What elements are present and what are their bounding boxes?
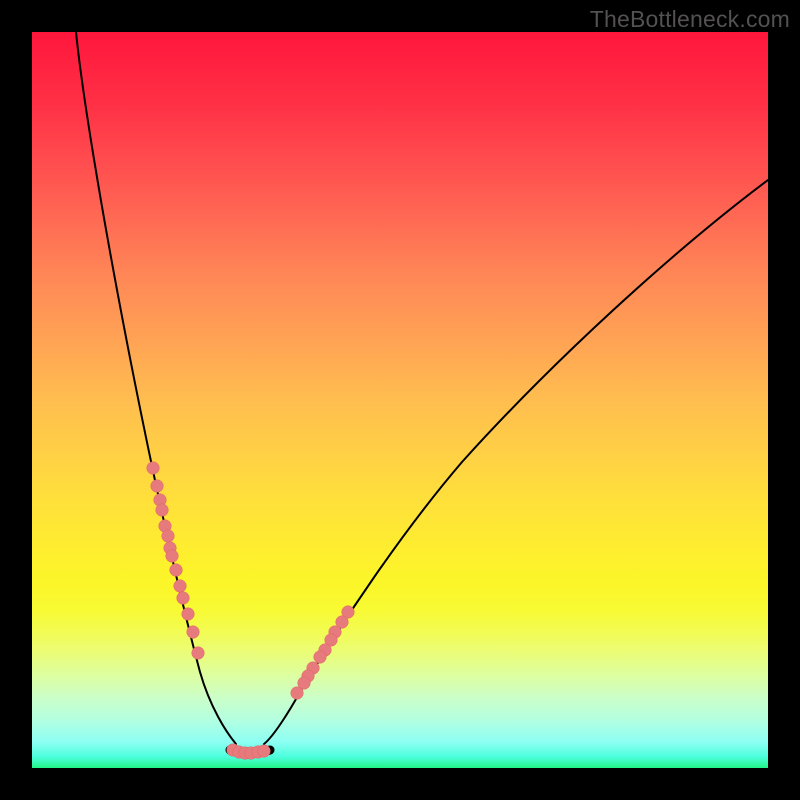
data-point	[258, 745, 271, 758]
data-point	[174, 580, 187, 593]
data-point	[166, 550, 179, 563]
data-point	[192, 647, 205, 660]
curve-right-curve	[264, 180, 768, 744]
data-point	[156, 504, 169, 517]
chart-frame: TheBottleneck.com	[0, 0, 800, 800]
curve-overlay	[32, 32, 768, 768]
curve-left-curve	[76, 32, 236, 744]
data-point	[291, 687, 304, 700]
data-point	[182, 608, 195, 621]
data-point	[170, 564, 183, 577]
data-point	[314, 651, 327, 664]
watermark-text: TheBottleneck.com	[590, 6, 790, 33]
data-point	[162, 530, 175, 543]
data-point	[151, 480, 164, 493]
plot-area	[32, 32, 768, 768]
data-point	[147, 462, 160, 475]
data-point	[187, 626, 200, 639]
data-point	[177, 592, 190, 605]
